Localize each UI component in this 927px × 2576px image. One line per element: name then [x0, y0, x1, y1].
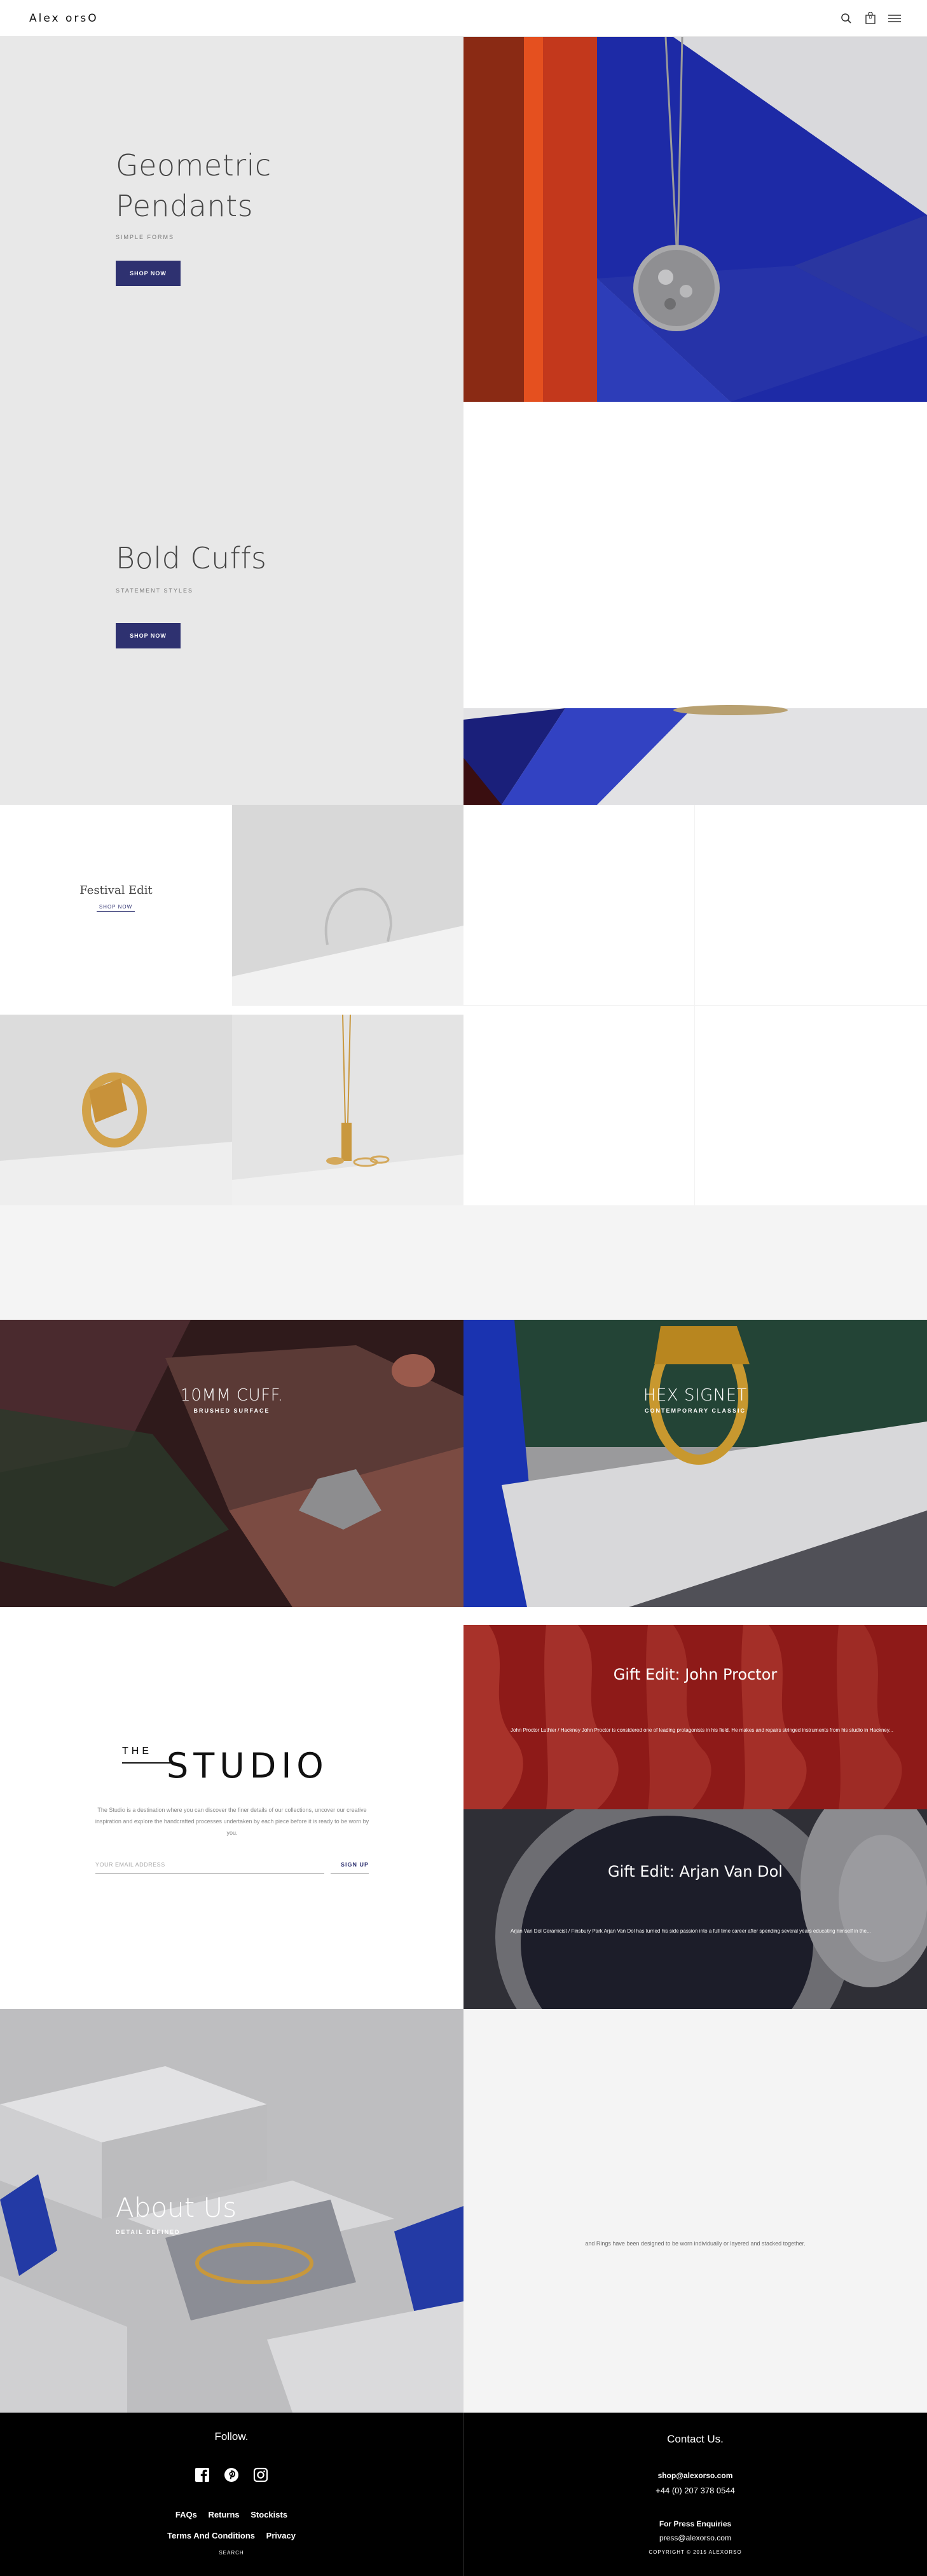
site-logo[interactable]: Alex orsO: [29, 12, 99, 25]
gift-edit-tile-john-proctor[interactable]: Gift Edit: John Proctor John Proctor Lut…: [464, 1625, 927, 1809]
contact-phone[interactable]: +44 (0) 207 378 0544: [464, 2486, 927, 2495]
empty-tile: [695, 1006, 927, 1205]
search-icon[interactable]: [839, 11, 853, 25]
pendant-image: [464, 37, 927, 402]
contact-email[interactable]: shop@alexorso.com: [464, 2471, 927, 2480]
shop-now-button[interactable]: SHOP NOW: [116, 623, 181, 648]
shop-now-button[interactable]: SHOP NOW: [116, 261, 181, 286]
studio-body: The Studio is a destination where you ca…: [95, 1807, 369, 1836]
hero2-subtitle: STATEMENT STYLES: [116, 587, 194, 594]
hero-subtitle: SIMPLE FORMS: [116, 234, 175, 240]
gift-edit-body: Arjan Van Dol Ceramicist / Finsbury Park…: [511, 1928, 871, 1934]
spacer-band: [0, 1205, 927, 1320]
hero-title-line2: Pendants: [116, 189, 254, 223]
gift-edit-body: John Proctor Luthier / Hackney John Proc…: [511, 1727, 893, 1733]
empty-tile: [464, 805, 695, 1006]
festival-edit-tile: Festival Edit SHOP NOW: [0, 805, 232, 1006]
instagram-icon[interactable]: [253, 2467, 268, 2486]
footer-links-row1: FAQs Returns Stockists: [0, 2510, 463, 2519]
follow-title: Follow.: [214, 2430, 249, 2442]
feature-tile-cuff[interactable]: 10MM CUFF. BRUSHED SURFACE: [0, 1320, 464, 1607]
empty-tile: [695, 805, 927, 1006]
press-label: For Press Enquiries: [659, 2519, 732, 2528]
footer-right: Contact Us. shop@alexorso.com +44 (0) 20…: [464, 2413, 927, 2576]
bar-pendant-image: [232, 1015, 464, 1205]
studio-the: THE: [122, 1746, 152, 1757]
social-links: [0, 2467, 463, 2486]
festival-title: Festival Edit: [79, 884, 153, 897]
copyright: COPYRIGHT © 2015 ALEXORSO: [649, 2549, 742, 2555]
about-us-tile[interactable]: About Us DETAIL DEFINED: [0, 2009, 464, 2413]
hero-bold-cuffs: Bold Cuffs STATEMENT STYLES SHOP NOW: [116, 538, 383, 648]
contact-title: Contact Us.: [667, 2433, 724, 2445]
feature-tile-hex-signet[interactable]: HEX SIGNET CONTEMPORARY CLASSIC: [464, 1320, 927, 1607]
hero-geometric-pendants: Geometric Pendants SIMPLE FORMS SHOP NOW: [116, 145, 383, 286]
festival-shop-link[interactable]: SHOP NOW: [97, 904, 135, 912]
empty-tile: [464, 1006, 695, 1205]
footer-link-faqs[interactable]: FAQs: [175, 2510, 197, 2519]
gift-edit-title: Gift Edit: Arjan Van Dol: [608, 1863, 783, 1881]
feature-title: HEX SIGNET: [643, 1386, 748, 1405]
divider: [0, 1006, 464, 1015]
white-gap: [464, 1607, 927, 1625]
footer-link-returns[interactable]: Returns: [209, 2510, 240, 2519]
feature-subtitle: CONTEMPORARY CLASSIC: [644, 1408, 746, 1414]
signet-ring-image: [0, 1015, 232, 1205]
gift-edit-tile-arjan-van-dol[interactable]: Gift Edit: Arjan Van Dol Arjan Van Dol C…: [464, 1809, 927, 2009]
feature-subtitle: BRUSHED SURFACE: [193, 1408, 270, 1414]
about-title: About Us: [116, 2192, 237, 2223]
email-field[interactable]: YOUR EMAIL ADDRESS: [95, 1861, 324, 1874]
signup-button[interactable]: SIGN UP: [331, 1861, 369, 1874]
footer-left: Follow. FAQs Returns Stockists Terms And…: [0, 2413, 464, 2576]
header-icons: 0: [839, 11, 902, 25]
about-subtitle: DETAIL DEFINED: [116, 2229, 181, 2235]
cart-count: 0: [869, 14, 872, 20]
studio-underline: [122, 1762, 173, 1764]
feature-title: 10MM CUFF.: [180, 1386, 284, 1405]
bangle-image: [232, 805, 464, 1006]
footer-search-link[interactable]: SEARCH: [0, 2550, 463, 2556]
about-side-text: and Rings have been designed to be worn …: [585, 2240, 806, 2247]
site-header: Alex orsO 0: [0, 0, 927, 37]
cuff-image: [464, 402, 927, 805]
footer-links-row2: Terms And Conditions Privacy: [0, 2531, 463, 2540]
press-email[interactable]: press@alexorso.com: [464, 2533, 927, 2542]
cart-icon[interactable]: 0: [863, 11, 877, 25]
gift-edit-title: Gift Edit: John Proctor: [613, 1666, 778, 1683]
footer-link-privacy[interactable]: Privacy: [266, 2531, 296, 2540]
hero2-title: Bold Cuffs: [116, 541, 267, 575]
hero-title-line1: Geometric: [116, 148, 271, 182]
studio-title: STUDIO: [167, 1746, 329, 1786]
footer-link-terms[interactable]: Terms And Conditions: [167, 2531, 255, 2540]
facebook-icon[interactable]: [195, 2467, 210, 2486]
footer-link-stockists[interactable]: Stockists: [251, 2510, 287, 2519]
pinterest-icon[interactable]: [224, 2467, 239, 2486]
menu-icon[interactable]: [888, 11, 902, 25]
about-side-panel: and Rings have been designed to be worn …: [464, 2009, 927, 2413]
studio-section: THE STUDIO The Studio is a destination w…: [0, 1607, 464, 2009]
